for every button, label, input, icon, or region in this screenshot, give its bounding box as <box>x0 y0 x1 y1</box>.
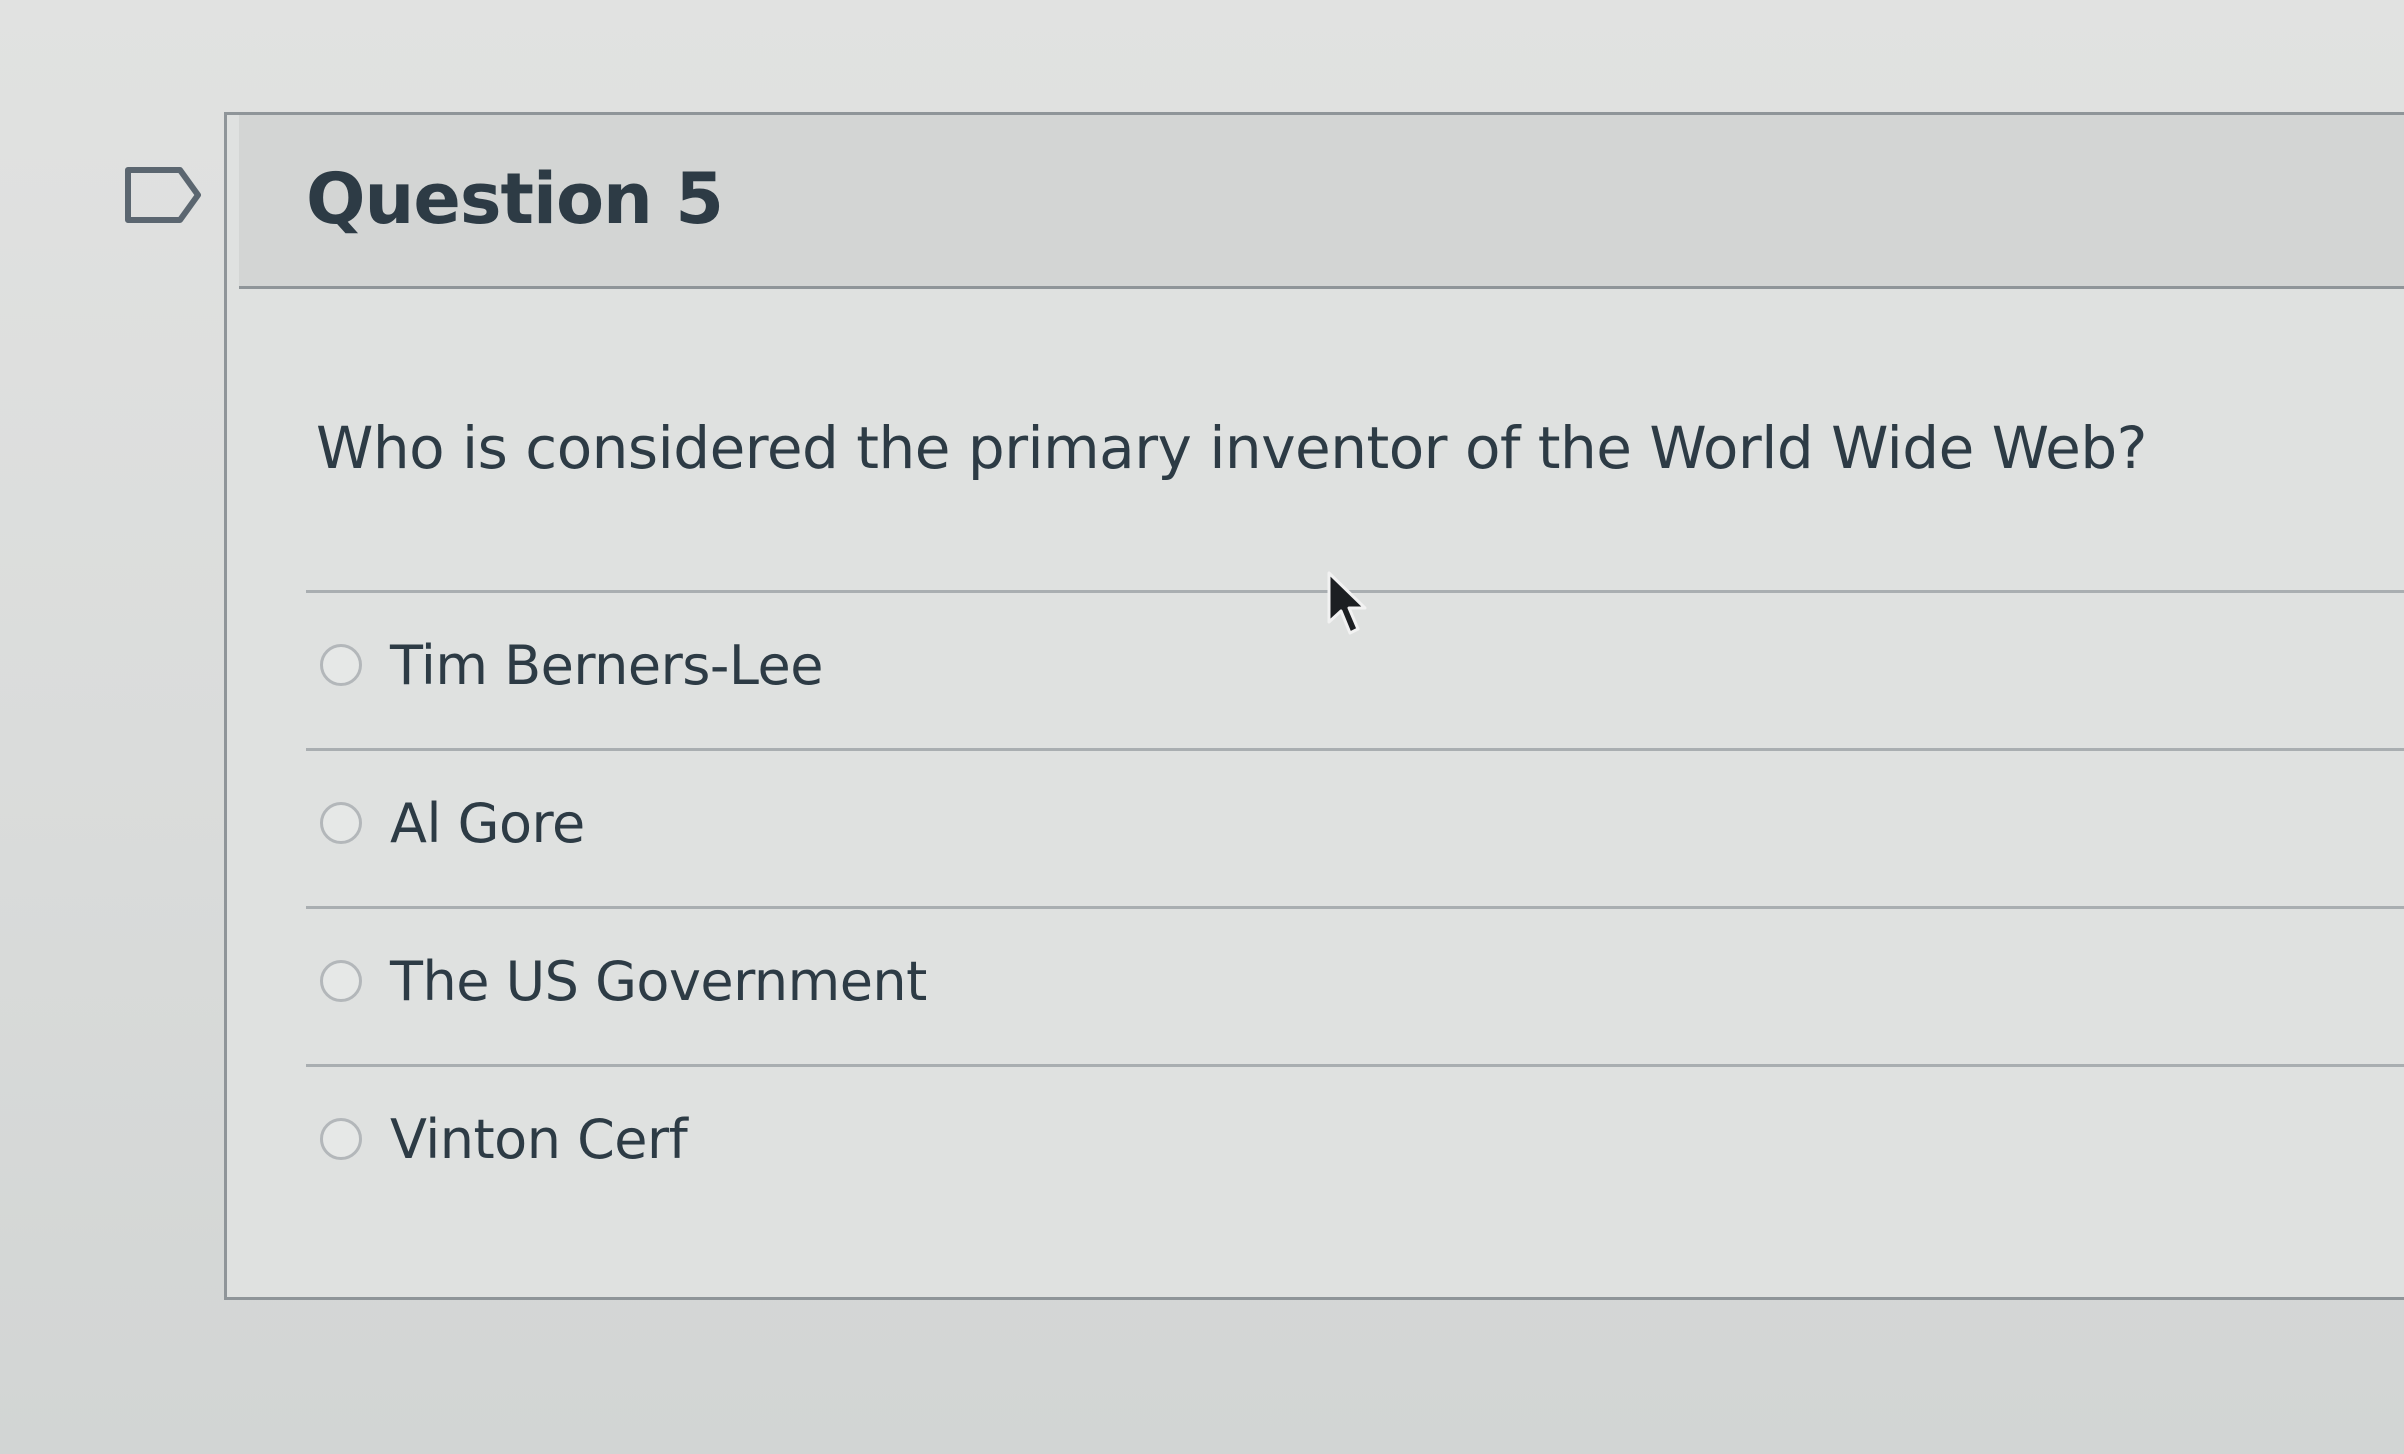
radio-button[interactable] <box>320 1118 362 1160</box>
answer-option-us-government[interactable]: The US Government <box>320 926 2320 1036</box>
answer-option-vinton-cerf[interactable]: Vinton Cerf <box>320 1084 2320 1194</box>
question-title: Question 5 <box>306 158 724 240</box>
answer-option-tim-berners-lee[interactable]: Tim Berners-Lee <box>320 610 2320 720</box>
mouse-pointer-icon <box>1326 570 1370 638</box>
answer-label: The US Government <box>390 949 927 1013</box>
answer-divider <box>306 748 2404 751</box>
answer-label: Tim Berners-Lee <box>390 633 823 697</box>
quiz-page: Question 5 Who is considered the primary… <box>0 0 2404 1454</box>
answer-divider <box>306 906 2404 909</box>
radio-button[interactable] <box>320 644 362 686</box>
answer-label: Al Gore <box>390 791 585 855</box>
question-text: Who is considered the primary inventor o… <box>316 414 2147 482</box>
answer-divider <box>306 1064 2404 1067</box>
answer-option-al-gore[interactable]: Al Gore <box>320 768 2320 878</box>
radio-button[interactable] <box>320 960 362 1002</box>
mouse-pointer-icon-svg <box>1327 571 1367 635</box>
flag-question-icon[interactable] <box>124 166 202 224</box>
flag-question-icon-svg <box>125 167 201 223</box>
answer-label: Vinton Cerf <box>390 1107 688 1171</box>
radio-button[interactable] <box>320 802 362 844</box>
